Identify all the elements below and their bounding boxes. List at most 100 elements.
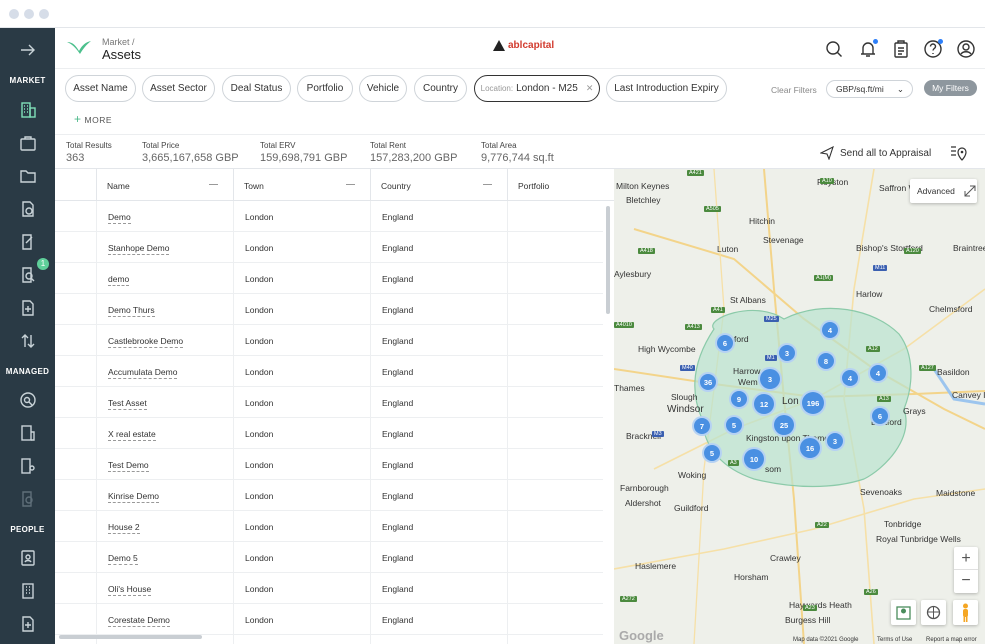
table-row[interactable]: Test Asset London England [55,387,603,418]
filter-chip-vehicle[interactable]: Vehicle [359,75,407,102]
sort-arrows-icon[interactable] [0,326,55,356]
asset-name-link[interactable]: Castlebrooke Demo [108,336,184,348]
map-cluster-marker[interactable]: 3 [825,431,845,451]
column-menu-icon[interactable] [346,184,355,185]
map-cluster-marker[interactable]: 6 [715,333,735,353]
filter-chip-deal-status[interactable]: Deal Status [222,75,291,102]
report-map-error-link[interactable]: Report a map error [926,637,977,643]
send-to-appraisal-button[interactable]: Send all to Appraisal [820,146,931,160]
building-icon[interactable] [0,95,55,125]
filter-chip-asset-name[interactable]: Asset Name [65,75,136,102]
table-row[interactable]: Demo London England [55,201,603,232]
add-document-icon[interactable] [0,293,55,323]
building-chart-icon[interactable] [0,418,55,448]
table-row[interactable]: Oli's House London England [55,573,603,604]
map-layers-icon[interactable] [891,600,916,625]
window-dot-minimize[interactable] [24,9,34,19]
clipboard-icon[interactable] [891,39,911,59]
column-name[interactable]: Name [107,181,130,191]
asset-name-link[interactable]: House 2 [108,522,140,534]
briefcase-icon[interactable] [0,128,55,158]
asset-name-link[interactable]: Test Asset [108,398,147,410]
clear-filters-link[interactable]: Clear Filters [771,85,817,95]
asset-name-link[interactable]: X real estate [108,429,156,441]
more-filters-button[interactable]: + MORE [74,112,112,126]
search-icon[interactable] [824,39,844,59]
map-cluster-marker[interactable]: 25 [772,413,796,437]
leaf-logo-icon[interactable] [65,38,93,56]
map-cluster-marker[interactable]: 16 [798,436,822,460]
asset-name-link[interactable]: demo [108,274,130,286]
map-cluster-marker[interactable]: 7 [692,416,712,436]
table-row[interactable]: Corestate Demo London England [55,604,603,635]
my-filters-button[interactable]: My Filters [924,80,977,96]
map-cluster-marker[interactable]: 4 [868,363,888,383]
globe-settings-icon[interactable] [921,600,946,625]
search-user-icon[interactable] [0,385,55,415]
map-cluster-marker[interactable]: 12 [752,392,776,416]
table-row[interactable]: Demo Thurs London England [55,294,603,325]
zoom-out-button[interactable]: − [954,570,978,593]
add-file-icon[interactable] [0,609,55,639]
column-menu-icon[interactable] [209,184,218,185]
map-cluster-marker[interactable]: 6 [870,406,890,426]
asset-name-link[interactable]: Stanhope Demo [108,243,170,255]
map-cluster-marker[interactable]: 36 [698,372,718,392]
map-cluster-marker[interactable]: 3 [777,343,797,363]
map-cluster-marker[interactable]: 3 [758,367,782,391]
advanced-map-button[interactable]: Advanced [910,179,977,203]
map-cluster-marker[interactable]: 10 [742,447,766,471]
map-cluster-marker[interactable]: 196 [800,390,826,416]
filter-chip-location[interactable]: Location: London - M25 ✕ [474,75,600,102]
window-dot-maximize[interactable] [39,9,49,19]
zoom-in-button[interactable]: + [954,547,978,570]
contact-book-icon[interactable] [0,543,55,573]
asset-name-link[interactable]: Oli's House [108,584,152,596]
breadcrumb[interactable]: Market / [102,37,135,47]
help-icon[interactable] [923,39,943,59]
unit-select[interactable]: GBP/sq.ft/mi ⌄ [826,80,913,98]
column-menu-icon[interactable] [483,184,492,185]
vertical-scrollbar[interactable] [606,206,610,314]
user-icon[interactable] [956,39,976,59]
map-cluster-marker[interactable]: 4 [820,320,840,340]
map-cluster-marker[interactable]: 5 [702,443,722,463]
filter-chip-portfolio[interactable]: Portfolio [297,75,353,102]
asset-name-link[interactable]: Demo 5 [108,553,138,565]
asset-name-link[interactable]: Demo Thurs [108,305,155,317]
asset-name-link[interactable]: Corestate Demo [108,615,170,627]
map-pin-list-icon[interactable] [950,144,968,162]
table-row[interactable]: X real estate London England [55,418,603,449]
column-town[interactable]: Town [244,181,264,191]
terms-of-use-link[interactable]: Terms of Use [877,637,912,643]
building-people-icon[interactable] [0,451,55,481]
document-currency-icon[interactable] [0,194,55,224]
office-building-icon[interactable] [0,576,55,606]
asset-name-link[interactable]: Kinrise Demo [108,491,160,503]
table-row[interactable]: House 2 London England [55,511,603,542]
column-portfolio[interactable]: Portfolio [518,181,549,191]
folder-icon[interactable] [0,161,55,191]
search-list-icon[interactable] [0,484,55,514]
filter-chip-asset-sector[interactable]: Asset Sector [142,75,215,102]
window-dot-close[interactable] [9,9,19,19]
street-view-pegman-icon[interactable] [953,600,978,625]
table-row[interactable]: Accumulata Demo London England [55,356,603,387]
filter-chip-country[interactable]: Country [414,75,467,102]
table-row[interactable]: Demo 5 London England [55,542,603,573]
map-cluster-marker[interactable]: 9 [729,389,749,409]
map-cluster-marker[interactable]: 8 [816,351,836,371]
table-row[interactable]: Castlebrooke Demo London England [55,325,603,356]
document-edit-icon[interactable] [0,227,55,257]
asset-name-link[interactable]: Demo [108,212,131,224]
column-country[interactable]: Country [381,181,411,191]
clear-location-icon[interactable]: ✕ [586,83,594,94]
horizontal-scrollbar[interactable] [59,635,202,639]
table-row[interactable]: Kinrise Demo London England [55,480,603,511]
filter-chip-last-introduction-expiry[interactable]: Last Introduction Expiry [606,75,727,102]
table-row[interactable]: Stanhope Demo London England [55,232,603,263]
map-view[interactable]: Milton KeynesBletchleyRoystonSaffron Wal… [614,169,985,644]
bell-icon[interactable] [858,39,878,59]
map-cluster-marker[interactable]: 4 [840,368,860,388]
asset-name-link[interactable]: Test Demo [108,460,149,472]
